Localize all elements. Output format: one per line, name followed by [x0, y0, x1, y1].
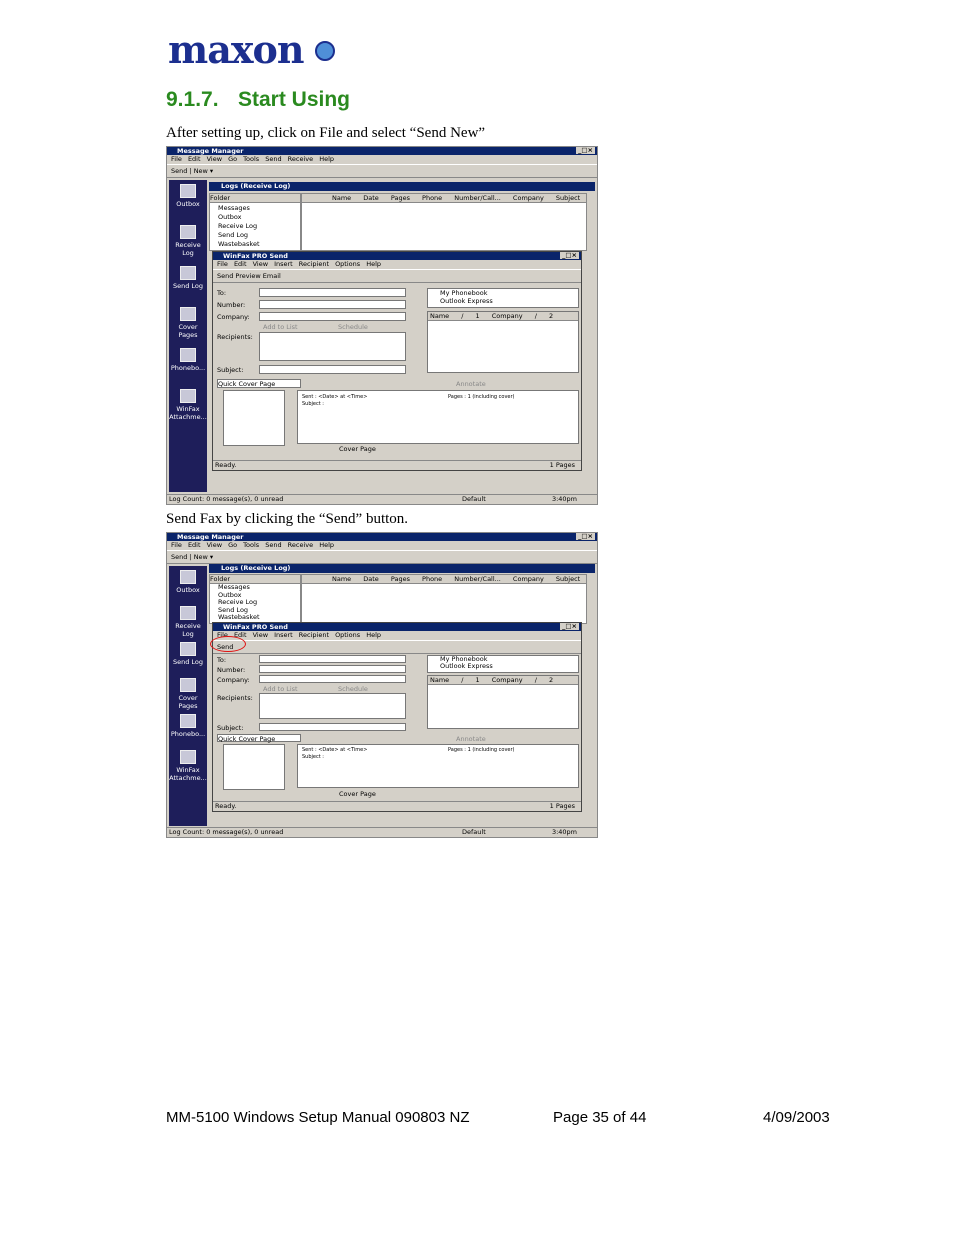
- app-menubar[interactable]: File Edit View Go Tools Send Receive Hel…: [167, 155, 597, 164]
- app-sidebar: Outbox Receive Log Send Log Cover Pages …: [169, 566, 207, 826]
- send-log-icon: [180, 266, 196, 280]
- app-toolbar[interactable]: Send | New ▾: [167, 550, 597, 564]
- tree-outbox[interactable]: Outbox: [218, 213, 260, 222]
- section-number: 9.1.7.: [166, 88, 219, 111]
- sidebar-item-phonebook[interactable]: Phonebo...: [169, 710, 207, 746]
- sidebar-item-phonebook[interactable]: Phonebo...: [169, 344, 207, 385]
- send-toolbar[interactable]: Send Preview Email: [213, 269, 581, 283]
- maxon-logo: maxon: [168, 30, 335, 70]
- app-statusbar: Log Count: 0 message(s), 0 unread Default…: [167, 827, 597, 837]
- sidebar-item-cover-pages[interactable]: Cover Pages: [169, 674, 207, 710]
- app-sidebar: Outbox Receive Log Send Log Cover Pages …: [169, 180, 207, 492]
- app-statusbar: Log Count: 0 message(s), 0 unread Default…: [167, 494, 597, 504]
- tree-send-log[interactable]: Send Log: [218, 231, 260, 240]
- send-titlebar: WinFax PRO Send _□×: [213, 623, 581, 631]
- subject-field[interactable]: [259, 723, 406, 731]
- send-toolbar[interactable]: Send: [213, 640, 581, 654]
- phonebook-list[interactable]: Name / 1 Company / 2: [427, 311, 579, 373]
- message-list[interactable]: Name Date Pages Phone Number/Call... Com…: [301, 193, 587, 251]
- section-title: Start Using: [238, 88, 351, 111]
- schedule-button[interactable]: Schedule: [338, 323, 368, 331]
- tree-wastebasket[interactable]: Wastebasket: [218, 240, 260, 249]
- phonebook-icon: [180, 348, 196, 362]
- sidebar-item-attachments[interactable]: WinFax Attachme...: [169, 746, 207, 782]
- message-list[interactable]: Name Date Pages Phone Number/Call... Com…: [301, 574, 587, 624]
- tree-wastebasket[interactable]: Wastebasket: [218, 613, 260, 622]
- tree-receive-log[interactable]: Receive Log: [218, 222, 260, 231]
- screenshot-send-new: Message Manager _□× File Edit View Go Too…: [166, 146, 598, 505]
- sidebar-item-send-log[interactable]: Send Log: [169, 262, 207, 303]
- number-field[interactable]: [259, 300, 406, 309]
- recipients-list[interactable]: [259, 332, 406, 361]
- app-titlebar: Message Manager _□×: [167, 147, 597, 155]
- instruction-2: Send Fax by clicking the “Send” button.: [166, 511, 409, 527]
- tree-messages[interactable]: Messages: [218, 204, 260, 213]
- folder-tree[interactable]: Folder Messages Outbox Receive Log Send …: [209, 574, 301, 624]
- cover-select[interactable]: Quick Cover Page: [217, 734, 301, 743]
- annotate-button[interactable]: Annotate: [456, 735, 486, 743]
- footer-manual: MM-5100 Windows Setup Manual 090803 NZ: [166, 1109, 470, 1126]
- sidebar-item-outbox[interactable]: Outbox: [169, 180, 207, 221]
- window-controls[interactable]: _□×: [576, 147, 595, 154]
- cover-pages-icon: [180, 678, 196, 692]
- phonebook-tree[interactable]: My Phonebook Outlook Express: [427, 288, 579, 308]
- cover-preview[interactable]: Sent : <Date> at <Time> Pages : 1 (inclu…: [297, 744, 579, 788]
- attachments-icon: [180, 750, 196, 764]
- receive-log-icon: [180, 225, 196, 239]
- phonebook-icon: [180, 714, 196, 728]
- sidebar-item-outbox[interactable]: Outbox: [169, 566, 207, 602]
- section-heading: 9.1.7. Start Using: [166, 88, 350, 112]
- send-highlight-circle: [210, 636, 246, 652]
- logs-title: Logs (Receive Log): [209, 564, 595, 573]
- cover-page-tab[interactable]: Cover Page: [339, 790, 376, 798]
- to-field[interactable]: [259, 288, 406, 297]
- send-statusbar: Ready. 1 Pages: [213, 801, 581, 811]
- add-to-list-button[interactable]: Add to List: [263, 323, 298, 331]
- footer-page: Page 35 of 44: [553, 1109, 647, 1126]
- app-toolbar[interactable]: Send | New ▾: [167, 164, 597, 178]
- sidebar-item-receive-log[interactable]: Receive Log: [169, 221, 207, 262]
- instruction-1: After setting up, click on File and sele…: [166, 125, 486, 141]
- cover-preview[interactable]: Sent : <Date> at <Time> Pages : 1 (inclu…: [297, 390, 579, 444]
- send-titlebar: WinFax PRO Send _□×: [213, 252, 581, 260]
- send-log-icon: [180, 642, 196, 656]
- phonebook-tree[interactable]: My Phonebook Outlook Express: [427, 655, 579, 673]
- add-to-list-button[interactable]: Add to List: [263, 685, 298, 693]
- send-menubar[interactable]: File Edit View Insert Recipient Options …: [213, 260, 581, 269]
- send-menubar[interactable]: File Edit View Insert Recipient Options …: [213, 631, 581, 640]
- sidebar-item-attachments[interactable]: WinFax Attachme...: [169, 385, 207, 426]
- sidebar-item-send-log[interactable]: Send Log: [169, 638, 207, 674]
- winfax-send-window: WinFax PRO Send _□× File Edit View Insert…: [212, 622, 582, 812]
- cover-page-tab[interactable]: Cover Page: [339, 445, 376, 453]
- cover-thumbnail[interactable]: [223, 744, 285, 790]
- receive-log-icon: [180, 606, 196, 620]
- sidebar-item-cover-pages[interactable]: Cover Pages: [169, 303, 207, 344]
- to-field[interactable]: [259, 655, 406, 663]
- footer-date: 4/09/2003: [763, 1109, 830, 1126]
- number-field[interactable]: [259, 665, 406, 673]
- outbox-icon: [180, 570, 196, 584]
- logo-text: maxon: [168, 30, 304, 70]
- company-field[interactable]: [259, 675, 406, 683]
- phonebook-list[interactable]: Name / 1 Company / 2: [427, 675, 579, 729]
- app-menubar[interactable]: File Edit View Go Tools Send Receive Hel…: [167, 541, 597, 550]
- attachments-icon: [180, 389, 196, 403]
- cover-thumbnail[interactable]: [223, 390, 285, 446]
- recipients-list[interactable]: [259, 693, 406, 719]
- subject-field[interactable]: [259, 365, 406, 374]
- cover-select[interactable]: Quick Cover Page: [217, 379, 301, 388]
- list-columns: Name Date Pages Phone Number/Call... Com…: [302, 194, 586, 203]
- send-statusbar: Ready. 1 Pages: [213, 460, 581, 470]
- folder-tree[interactable]: Folder Messages Outbox Receive Log Send …: [209, 193, 301, 251]
- logs-title: Logs (Receive Log): [209, 182, 595, 191]
- cover-pages-icon: [180, 307, 196, 321]
- sidebar-item-receive-log[interactable]: Receive Log: [169, 602, 207, 638]
- winfax-send-window: WinFax PRO Send _□× File Edit View Insert…: [212, 251, 582, 471]
- annotate-button[interactable]: Annotate: [456, 380, 486, 388]
- schedule-button[interactable]: Schedule: [338, 685, 368, 693]
- app-titlebar: Message Manager _□×: [167, 533, 597, 541]
- screenshot-send-button: Message Manager _□× File Edit View Go Too…: [166, 532, 598, 838]
- company-field[interactable]: [259, 312, 406, 321]
- outbox-icon: [180, 184, 196, 198]
